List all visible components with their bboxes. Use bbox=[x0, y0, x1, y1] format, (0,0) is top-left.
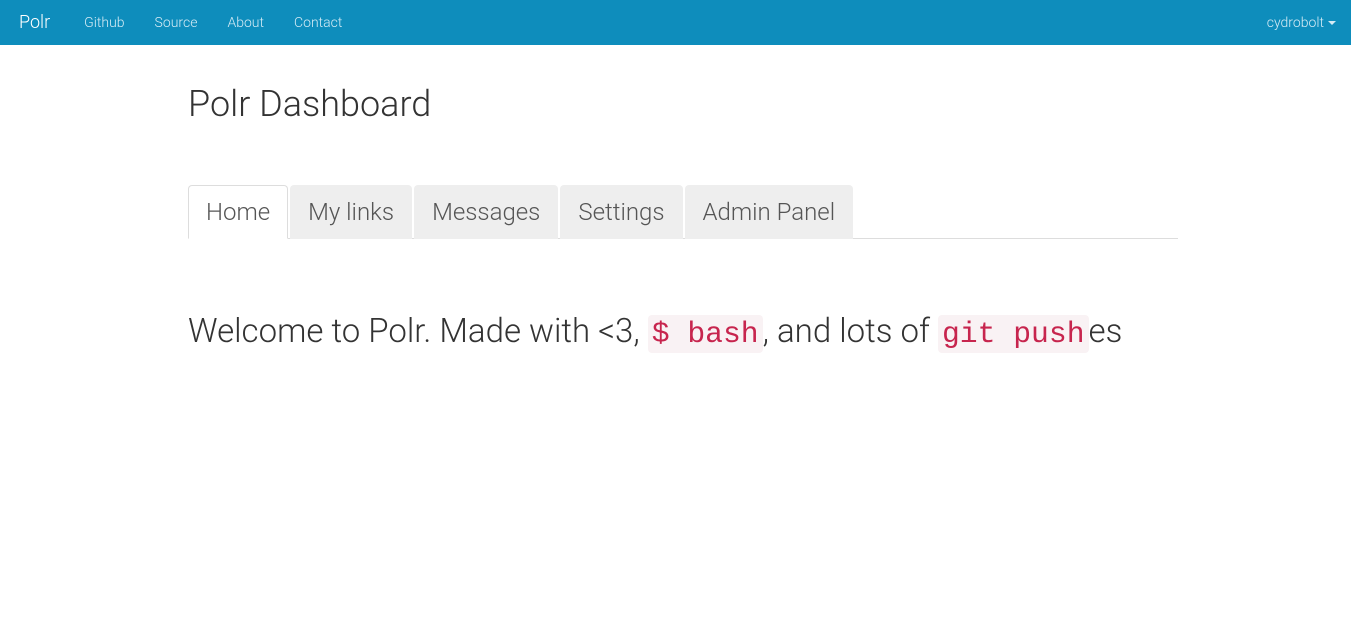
caret-down-icon bbox=[1328, 21, 1336, 25]
main-container: Polr Dashboard Home My links Messages Se… bbox=[173, 83, 1193, 354]
tab-messages[interactable]: Messages bbox=[414, 185, 558, 239]
navbar-nav: Github Source About Contact bbox=[69, 1, 357, 45]
welcome-part2: , and lots of bbox=[763, 312, 938, 351]
navbar-right: cydrobolt bbox=[1267, 15, 1336, 31]
welcome-code-bash: $ bash bbox=[648, 315, 763, 353]
navbar-left: Polr Github Source About Contact bbox=[15, 1, 357, 45]
tab-settings[interactable]: Settings bbox=[560, 185, 682, 239]
tab-home[interactable]: Home bbox=[188, 185, 288, 239]
nav-link-contact[interactable]: Contact bbox=[279, 1, 357, 45]
page-title: Polr Dashboard bbox=[188, 83, 1178, 125]
tab-my-links[interactable]: My links bbox=[290, 185, 412, 239]
welcome-part1: Welcome to Polr. Made with <3, bbox=[188, 312, 648, 351]
welcome-message: Welcome to Polr. Made with <3, $ bash, a… bbox=[188, 311, 1178, 354]
top-navbar: Polr Github Source About Contact cydrobo… bbox=[0, 0, 1351, 45]
navbar-brand[interactable]: Polr bbox=[15, 12, 54, 33]
nav-link-source[interactable]: Source bbox=[140, 1, 213, 45]
user-dropdown[interactable]: cydrobolt bbox=[1267, 15, 1336, 31]
tab-home-label: Home bbox=[188, 185, 288, 239]
tab-my-links-label: My links bbox=[290, 185, 412, 239]
tab-admin-panel[interactable]: Admin Panel bbox=[685, 185, 854, 239]
nav-link-about[interactable]: About bbox=[212, 1, 279, 45]
welcome-part3: es bbox=[1089, 312, 1123, 351]
tab-content: Welcome to Polr. Made with <3, $ bash, a… bbox=[188, 239, 1178, 354]
welcome-code-gitpush: git push bbox=[938, 315, 1089, 353]
tab-admin-panel-label: Admin Panel bbox=[685, 185, 854, 239]
tab-settings-label: Settings bbox=[560, 185, 682, 239]
tab-messages-label: Messages bbox=[414, 185, 558, 239]
nav-link-github[interactable]: Github bbox=[69, 1, 139, 45]
nav-tabs: Home My links Messages Settings Admin Pa… bbox=[188, 185, 1178, 239]
username-label: cydrobolt bbox=[1267, 15, 1324, 31]
